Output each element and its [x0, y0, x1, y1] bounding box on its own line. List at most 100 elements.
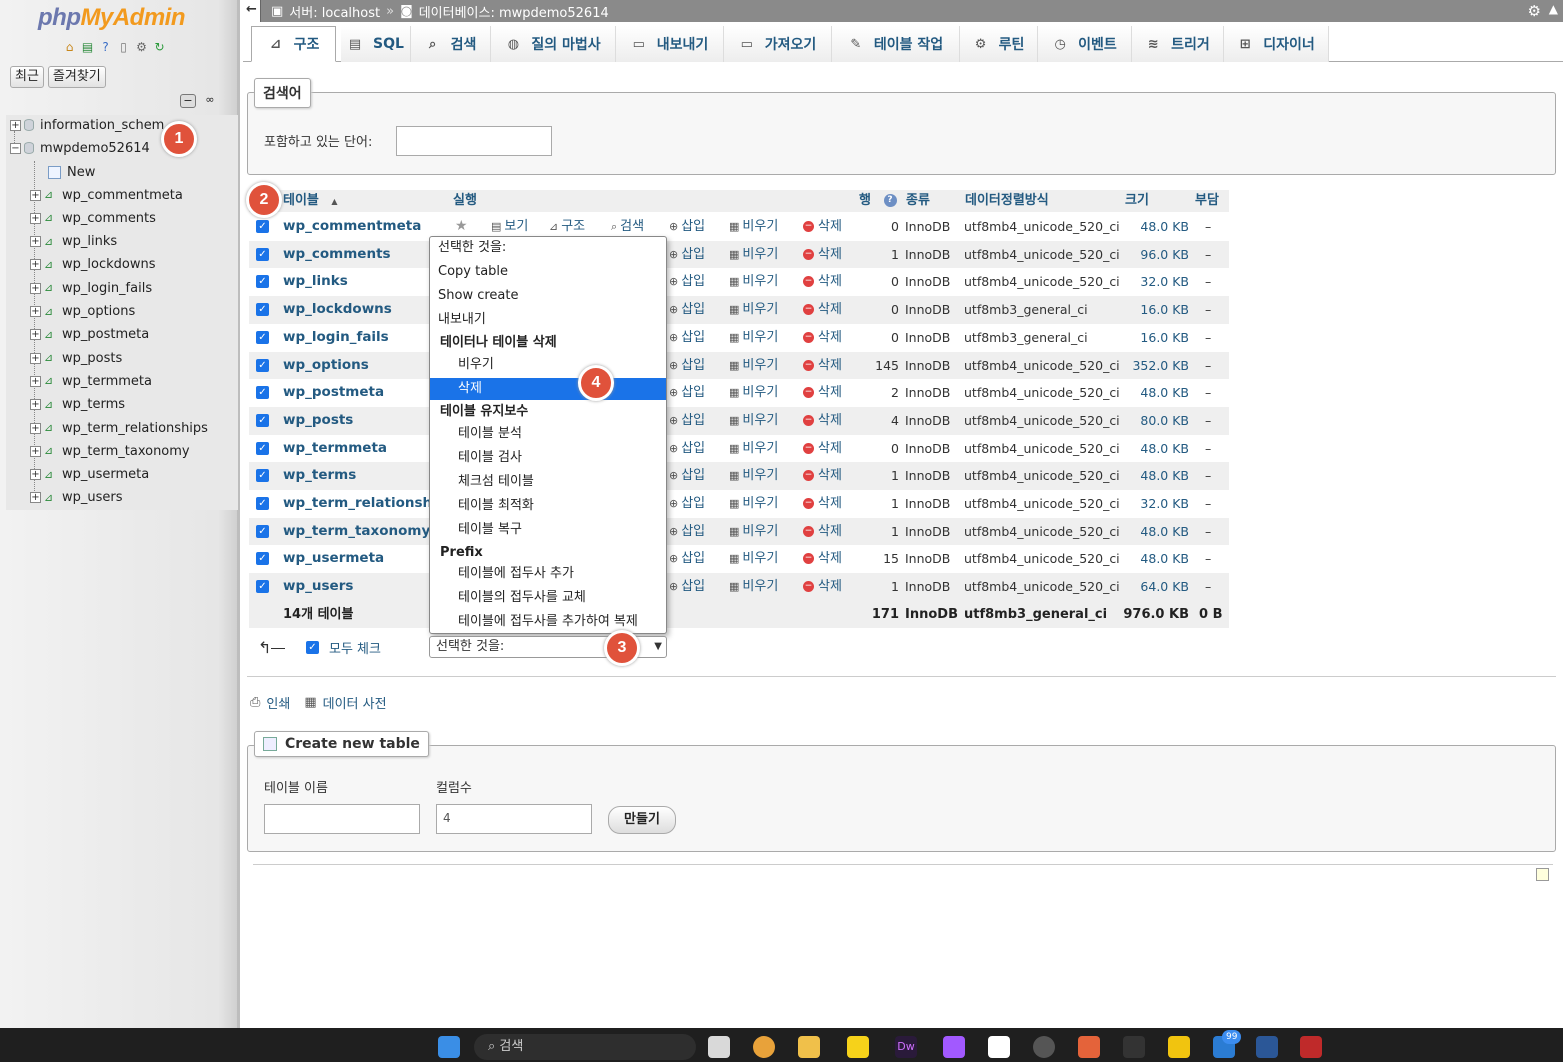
expand-icon[interactable]: + [30, 375, 41, 387]
dropdown-option[interactable]: 내보내기 [430, 309, 666, 331]
drop-action[interactable]: − 삭제 [803, 435, 842, 462]
tree-new-table[interactable]: New [48, 162, 95, 182]
console-toggle-icon[interactable] [1536, 868, 1549, 881]
empty-action[interactable]: ▦ 비우기 [729, 573, 778, 600]
tree-table-item[interactable]: + ⊿ wp_links [30, 232, 117, 252]
header-overhead[interactable]: 부담 [1195, 190, 1219, 212]
empty-action[interactable]: ▦ 비우기 [729, 324, 778, 351]
data-dictionary-link[interactable]: 데이터 사전 [323, 693, 387, 712]
empty-action[interactable]: ▦ 비우기 [729, 352, 778, 379]
expand-icon[interactable]: + [30, 212, 41, 224]
dropdown-option[interactable]: 테이블에 접두사 추가 [430, 563, 666, 585]
table-size[interactable]: 48.0 KB [1121, 379, 1189, 406]
table-size[interactable]: 32.0 KB [1121, 490, 1189, 517]
home-icon[interactable]: ⌂ [62, 40, 77, 55]
table-name-link[interactable]: wp_posts [283, 407, 353, 434]
search-input[interactable] [396, 126, 552, 156]
gear-icon[interactable]: ⚙ [1528, 2, 1541, 20]
row-checkbox[interactable]: ✓ [256, 275, 269, 289]
expand-icon[interactable]: + [30, 445, 41, 457]
table-size[interactable]: 96.0 KB [1121, 241, 1189, 268]
tree-table-item[interactable]: + ⊿ wp_login_fails [30, 278, 152, 298]
insert-action[interactable]: ⊕ 삽입 [669, 268, 705, 295]
expand-icon[interactable]: + [30, 399, 41, 411]
tab-routines[interactable]: ⚙ 루틴 [960, 26, 1038, 62]
table-size[interactable]: 32.0 KB [1121, 268, 1189, 295]
kakaotalk-icon[interactable] [847, 1036, 869, 1058]
tab-events[interactable]: ◷ 이벤트 [1038, 26, 1132, 62]
table-name-link[interactable]: wp_login_fails [283, 324, 389, 351]
windows-start-icon[interactable] [438, 1036, 460, 1058]
dropdown-option[interactable]: 테이블에 접두사를 추가하여 복제 [430, 611, 666, 633]
dropdown-option[interactable]: 테이블 최적화 [430, 495, 666, 517]
expand-icon[interactable]: + [30, 282, 41, 294]
logout-icon[interactable]: ▤ [80, 40, 95, 55]
dropdown-option[interactable]: 테이블 분석 [430, 423, 666, 445]
row-checkbox[interactable]: ✓ [256, 220, 269, 233]
header-collation[interactable]: 데이터정렬방식 [965, 190, 1049, 212]
create-button[interactable]: 만들기 [608, 806, 676, 834]
drop-action[interactable]: − 삭제 [803, 573, 842, 600]
print-link[interactable]: 인쇄 [266, 693, 290, 712]
dreamweaver-icon[interactable]: Dw [895, 1036, 917, 1058]
expand-icon[interactable]: + [30, 236, 41, 248]
collapse-icon[interactable]: − [10, 142, 21, 154]
drop-action[interactable]: − 삭제 [803, 518, 842, 545]
table-size[interactable]: 64.0 KB [1121, 573, 1189, 600]
docs-icon[interactable]: ▯ [116, 40, 131, 55]
tree-table-item[interactable]: + ⊿ wp_postmeta [30, 325, 149, 345]
dropdown-option[interactable]: 테이블의 접두사를 교체 [430, 587, 666, 609]
drop-action[interactable]: − 삭제 [803, 462, 842, 489]
dropdown-option[interactable]: 선택한 것을: [430, 237, 666, 259]
obs-icon[interactable] [1033, 1036, 1055, 1058]
tree-table-item[interactable]: + ⊿ wp_lockdowns [30, 255, 155, 275]
app-icon[interactable] [1078, 1036, 1100, 1058]
drop-action[interactable]: − 삭제 [803, 545, 842, 572]
table-size[interactable]: 48.0 KB [1121, 518, 1189, 545]
dropdown-option[interactable]: 테이블 복구 [430, 519, 666, 541]
phpmyadmin-logo[interactable]: phpMyAdmin [38, 4, 185, 32]
tree-db-information-schema[interactable]: + information_schem [10, 115, 164, 135]
drop-action[interactable]: − 삭제 [803, 407, 842, 434]
row-checkbox[interactable]: ✓ [256, 330, 269, 344]
tree-table-item[interactable]: + ⊿ wp_usermeta [30, 465, 149, 485]
tree-table-item[interactable]: + ⊿ wp_options [30, 302, 135, 322]
check-all-checkbox[interactable]: ✓ [306, 641, 319, 654]
row-checkbox[interactable]: ✓ [256, 358, 269, 372]
empty-action[interactable]: ▦ 비우기 [729, 241, 778, 268]
row-checkbox[interactable]: ✓ [256, 580, 269, 594]
figma-icon[interactable] [943, 1036, 965, 1058]
tab-structure[interactable]: ⊿ 구조 [251, 26, 336, 62]
header-type[interactable]: 종류 [906, 190, 930, 212]
table-size[interactable]: 48.0 KB [1121, 435, 1189, 462]
insert-action[interactable]: ⊕ 삽입 [669, 518, 705, 545]
chrome-icon[interactable] [753, 1036, 775, 1058]
insert-action[interactable]: ⊕ 삽입 [669, 490, 705, 517]
table-name-link[interactable]: wp_termmeta [283, 435, 387, 462]
empty-action[interactable]: ▦ 비우기 [729, 407, 778, 434]
tab-query[interactable]: ◍ 질의 마법사 [491, 26, 616, 62]
tab-import[interactable]: ▭ 가져오기 [724, 26, 832, 62]
empty-action[interactable]: ▦ 비우기 [729, 296, 778, 323]
table-name-link[interactable]: wp_options [283, 352, 369, 379]
insert-action[interactable]: ⊕ 삽입 [669, 435, 705, 462]
settings-icon[interactable]: ⚙ [134, 40, 149, 55]
insert-action[interactable]: ⊕ 삽입 [669, 241, 705, 268]
empty-action[interactable]: ▦ 비우기 [729, 518, 778, 545]
tree-table-item[interactable]: + ⊿ wp_term_taxonomy [30, 441, 190, 461]
insert-action[interactable]: ⊕ 삽입 [669, 407, 705, 434]
table-size[interactable]: 80.0 KB [1121, 407, 1189, 434]
table-name-link[interactable]: wp_commentmeta [283, 213, 421, 240]
table-name-link[interactable]: wp_links [283, 268, 348, 295]
tree-table-item[interactable]: + ⊿ wp_commentmeta [30, 185, 183, 205]
columns-input[interactable]: 4 [436, 804, 592, 834]
insert-action[interactable]: ⊕ 삽입 [669, 379, 705, 406]
tab-triggers[interactable]: ≋ 트리거 [1132, 26, 1224, 62]
table-size[interactable]: 16.0 KB [1121, 296, 1189, 323]
word-icon[interactable] [1256, 1036, 1278, 1058]
row-checkbox[interactable]: ✓ [256, 441, 269, 455]
row-checkbox[interactable]: ✓ [256, 497, 269, 510]
insert-action[interactable]: ⊕ 삽입 [669, 462, 705, 489]
header-size[interactable]: 크기 [1125, 190, 1149, 212]
check-all-label[interactable]: 모두 체크 [329, 638, 381, 657]
